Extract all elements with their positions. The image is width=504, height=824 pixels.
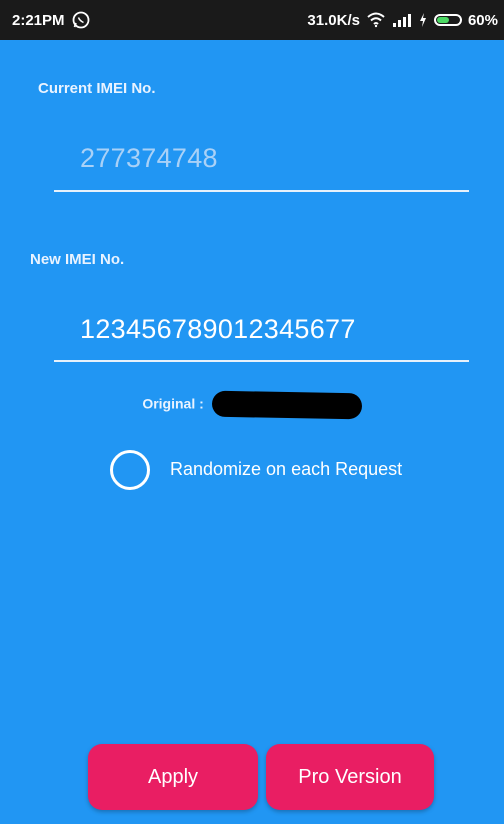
new-imei-field[interactable]: 12345678901234567​7 [80,314,356,345]
signal-icon [392,14,411,27]
apply-button[interactable]: Apply [88,744,258,810]
network-speed: 31.0K/s [307,11,360,29]
battery-icon [433,14,462,26]
whatsapp-icon [72,11,89,29]
status-bar: 2:21PM 31.0K/s 60% [0,0,504,40]
current-imei-underline [54,190,469,192]
charging-icon [419,13,426,27]
original-imei-row: Original : [0,390,504,420]
randomize-radio[interactable] [110,450,150,490]
battery-percent: 60% [467,11,498,29]
redacted-value [211,390,362,420]
current-imei-field[interactable]: 277374748 [80,143,218,174]
randomize-label[interactable]: Randomize on each Request [170,459,402,480]
pro-version-button[interactable]: Pro Version [266,744,434,810]
new-imei-label: New IMEI No. [30,251,125,268]
wifi-icon [367,12,385,28]
status-time: 2:21PM [12,11,65,29]
new-imei-underline [54,360,469,362]
current-imei-label: Current IMEI No. [38,80,156,97]
original-label: Original : [142,395,204,412]
